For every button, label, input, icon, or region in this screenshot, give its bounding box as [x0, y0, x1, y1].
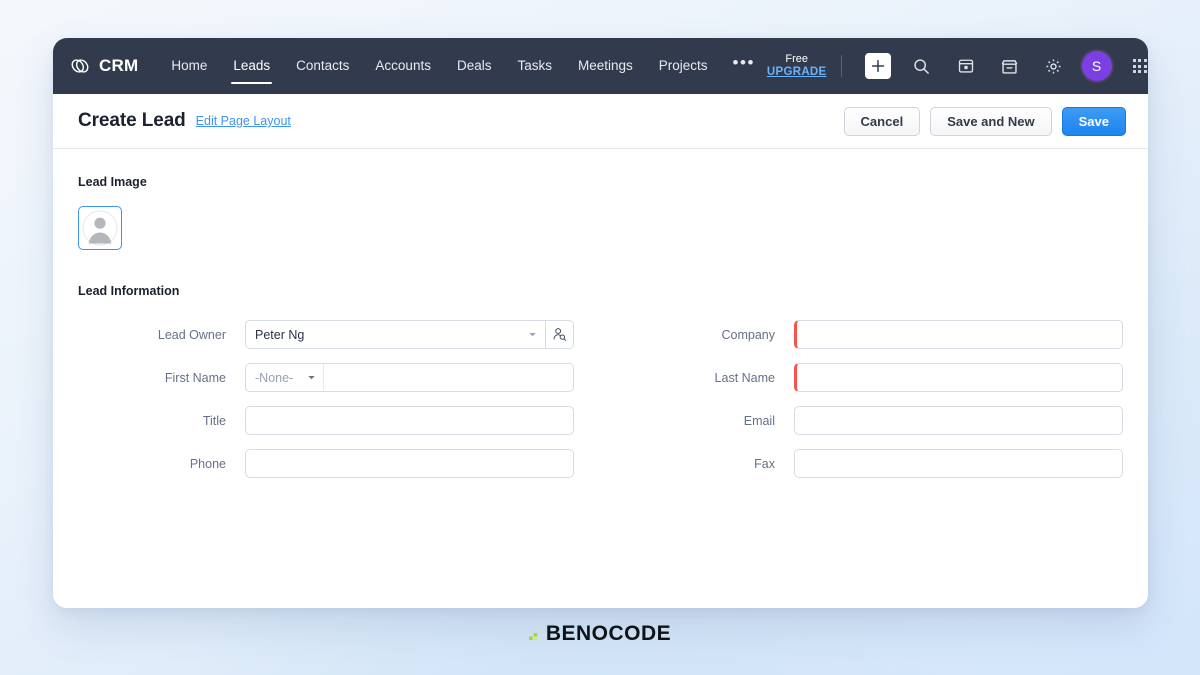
field-last-name: Last Name — [627, 363, 1123, 392]
phone-input[interactable] — [245, 449, 574, 478]
salutation-select[interactable]: -None- — [245, 363, 324, 392]
nav-item-leads[interactable]: Leads — [220, 38, 283, 94]
apps-grid-button[interactable] — [1123, 49, 1148, 83]
search-button[interactable] — [905, 49, 939, 83]
chevron-down-icon — [529, 333, 536, 337]
person-search-icon — [553, 328, 567, 341]
settings-gear-icon — [1046, 58, 1061, 74]
benocode-logo: BENOCODE — [0, 622, 1200, 646]
lead-image-section-title: Lead Image — [78, 175, 147, 189]
salutation-value: -None- — [255, 370, 294, 385]
lead-information-section: Lead Information Lead Owner Peter Ng Com… — [78, 284, 1123, 478]
nav-links: Home Leads Contacts Accounts Deals Tasks… — [158, 38, 767, 94]
field-label-title: Title — [202, 413, 226, 428]
nav-item-home[interactable]: Home — [158, 38, 220, 94]
field-label-company: Company — [721, 327, 776, 342]
infinity-loops-icon — [71, 59, 89, 73]
field-label-lead-owner: Lead Owner — [157, 327, 226, 342]
add-button[interactable] — [861, 49, 895, 83]
marketplace-icon — [1001, 59, 1018, 74]
field-title: Title — [78, 406, 574, 435]
save-and-new-button[interactable]: Save and New — [930, 106, 1052, 136]
field-label-last-name: Last Name — [714, 370, 775, 385]
user-avatar[interactable]: S — [1081, 51, 1112, 81]
company-input[interactable] — [794, 320, 1123, 349]
page-header: Create Lead Edit Page Layout Cancel Save… — [53, 94, 1148, 149]
nav-more-button[interactable]: ••• — [721, 38, 767, 94]
title-input[interactable] — [245, 406, 574, 435]
settings-button[interactable] — [1037, 49, 1071, 83]
lead-image-upload[interactable] — [78, 206, 122, 250]
field-label-email: Email — [743, 413, 775, 428]
search-icon — [914, 58, 929, 74]
field-label-fax: Fax — [754, 456, 775, 471]
page-title: Create Lead — [78, 110, 186, 131]
top-navigation-bar: CRM Home Leads Contacts Accounts Deals T… — [53, 38, 1148, 94]
field-label-phone: Phone — [189, 456, 226, 471]
nav-item-meetings[interactable]: Meetings — [565, 38, 646, 94]
crm-brand-label: CRM — [99, 56, 139, 75]
calendar-button[interactable] — [949, 49, 983, 83]
header-action-buttons: Cancel Save and New Save — [843, 106, 1126, 136]
page-body: Lead Image Lead Information Lead Owner P… — [53, 149, 1148, 608]
nav-right-actions: Free UPGRADE S — [767, 38, 1148, 94]
field-lead-owner: Lead Owner Peter Ng — [78, 320, 574, 349]
save-button[interactable]: Save — [1061, 106, 1126, 136]
nav-item-accounts[interactable]: Accounts — [362, 38, 444, 94]
nav-item-tasks[interactable]: Tasks — [504, 38, 565, 94]
email-input[interactable] — [794, 406, 1123, 435]
upgrade-action-label: UPGRADE — [766, 65, 827, 78]
chevron-down-icon — [308, 376, 315, 380]
upgrade-plan-label: Free — [785, 53, 809, 66]
add-icon — [864, 53, 891, 79]
edit-page-layout-link[interactable]: Edit Page Layout — [196, 114, 291, 128]
marketplace-button[interactable] — [993, 49, 1027, 83]
field-email: Email — [627, 406, 1123, 435]
benocode-logo-text: BENOCODE — [545, 622, 672, 645]
field-first-name: First Name -None- — [78, 363, 574, 392]
lead-owner-value: Peter Ng — [255, 327, 305, 342]
field-fax: Fax — [627, 449, 1123, 478]
nav-item-projects[interactable]: Projects — [646, 38, 721, 94]
nav-divider — [840, 55, 842, 77]
lead-information-form: Lead Owner Peter Ng Company First Name -… — [78, 320, 1123, 478]
app-window: CRM Home Leads Contacts Accounts Deals T… — [53, 38, 1148, 608]
lead-owner-lookup-button[interactable] — [545, 320, 574, 349]
logo-accent-dots-icon — [528, 633, 538, 641]
apps-grid-icon — [1132, 59, 1147, 73]
crm-brand[interactable]: CRM — [69, 55, 138, 77]
cancel-button[interactable]: Cancel — [843, 106, 921, 136]
lead-owner-lookup[interactable]: Peter Ng — [245, 320, 574, 349]
nav-item-deals[interactable]: Deals — [444, 38, 505, 94]
field-company: Company — [627, 320, 1123, 349]
first-name-input[interactable] — [324, 363, 574, 392]
lead-information-section-title: Lead Information — [78, 284, 180, 298]
upgrade-link[interactable]: Free UPGRADE — [767, 53, 827, 79]
first-name-group: -None- — [245, 363, 574, 392]
lead-owner-select[interactable]: Peter Ng — [245, 320, 545, 349]
person-placeholder-icon — [82, 210, 118, 246]
lead-image-section: Lead Image — [78, 175, 1123, 250]
field-phone: Phone — [78, 449, 574, 478]
last-name-input[interactable] — [794, 363, 1123, 392]
nav-item-contacts[interactable]: Contacts — [283, 38, 362, 94]
field-label-first-name: First Name — [164, 370, 226, 385]
calendar-icon — [958, 59, 973, 73]
fax-input[interactable] — [794, 449, 1123, 478]
